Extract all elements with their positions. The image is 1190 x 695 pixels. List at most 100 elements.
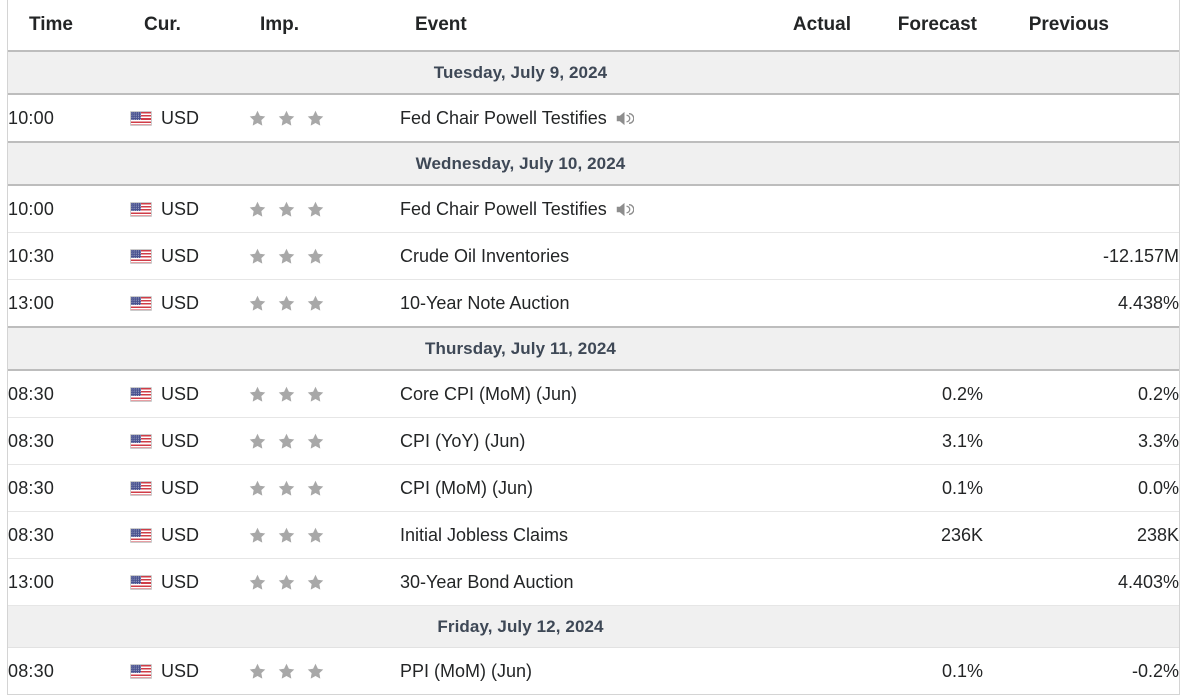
cell-forecast: 3.1% (857, 417, 983, 465)
importance-stars[interactable] (248, 432, 400, 451)
cell-event[interactable]: CPI (MoM) (Jun) (400, 464, 745, 512)
event-name[interactable]: Fed Chair Powell Testifies (400, 199, 607, 220)
star-icon (307, 480, 324, 496)
cell-importance[interactable] (248, 558, 400, 606)
table-row[interactable]: 10:00 USD Fed Chair Powell Testifies (8, 185, 1179, 233)
cell-event[interactable]: PPI (MoM) (Jun) (400, 647, 745, 695)
cell-importance[interactable] (248, 232, 400, 280)
star-icon (278, 480, 295, 496)
table-row[interactable]: 08:30 USD CPI (YoY) (Jun) 3.1% 3.3% (8, 417, 1179, 465)
event-name[interactable]: 10-Year Note Auction (400, 293, 569, 314)
cell-event[interactable]: 10-Year Note Auction (400, 279, 745, 328)
star-icon (249, 527, 266, 543)
importance-stars[interactable] (248, 573, 400, 592)
table-row[interactable]: 10:30 USD Crude Oil Inventories -12.157M (8, 232, 1179, 280)
event-group: PPI (MoM) (Jun) (400, 661, 745, 682)
table-row[interactable]: 08:30 USD PPI (MoM) (Jun) 0.1% -0.2% (8, 647, 1179, 695)
column-header-importance[interactable]: Imp. (248, 0, 400, 52)
cell-importance[interactable] (248, 279, 400, 328)
cell-importance[interactable] (248, 185, 400, 233)
cell-importance[interactable] (248, 647, 400, 695)
cell-event[interactable]: Crude Oil Inventories (400, 232, 745, 280)
cell-importance[interactable] (248, 511, 400, 559)
column-header-time[interactable]: Time (8, 0, 130, 52)
importance-stars[interactable] (248, 479, 400, 498)
cell-importance[interactable] (248, 94, 400, 143)
column-header-forecast[interactable]: Forecast (857, 0, 983, 52)
cell-event[interactable]: Initial Jobless Claims (400, 511, 745, 559)
importance-stars[interactable] (248, 109, 400, 128)
cell-actual (745, 370, 857, 418)
table-row[interactable]: 08:30 USD CPI (MoM) (Jun) 0.1% 0.0% (8, 464, 1179, 512)
event-name[interactable]: Fed Chair Powell Testifies (400, 108, 607, 129)
star-icon (278, 248, 295, 264)
header-row: Time Cur. Imp. Event Actual Forecast Pre… (8, 0, 1179, 52)
cell-actual (745, 232, 857, 280)
table-row[interactable]: 13:00 USD 30-Year Bond Auction 4.403% (8, 558, 1179, 606)
cell-previous: -0.2% (983, 647, 1179, 695)
event-name[interactable]: Core CPI (MoM) (Jun) (400, 384, 577, 405)
cell-currency: USD (130, 647, 248, 695)
currency-group: USD (130, 108, 248, 129)
importance-stars[interactable] (248, 200, 400, 219)
event-name[interactable]: PPI (MoM) (Jun) (400, 661, 532, 682)
star-icon (249, 248, 266, 264)
star-icon (278, 574, 295, 590)
cell-previous: 0.0% (983, 464, 1179, 512)
cell-actual (745, 279, 857, 328)
currency-label: USD (161, 107, 200, 128)
importance-stars[interactable] (248, 247, 400, 266)
us-flag-icon (130, 433, 152, 449)
cell-event[interactable]: Fed Chair Powell Testifies (400, 94, 745, 143)
currency-group: USD (130, 246, 248, 267)
table-row[interactable]: 08:30 USD Initial Jobless Claims 236K 238K (8, 511, 1179, 559)
table-row[interactable]: 13:00 USD 10-Year Note Auction 4.438% (8, 279, 1179, 328)
us-flag-icon (130, 201, 152, 217)
date-label: Tuesday, July 9, 2024 (433, 62, 608, 82)
cell-currency: USD (130, 511, 248, 559)
star-icon (278, 386, 295, 402)
importance-stars[interactable] (248, 385, 400, 404)
cell-event[interactable]: 30-Year Bond Auction (400, 558, 745, 606)
importance-stars[interactable] (248, 526, 400, 545)
event-group: Crude Oil Inventories (400, 246, 745, 267)
column-header-event[interactable]: Event (400, 0, 745, 52)
cell-event[interactable]: CPI (YoY) (Jun) (400, 417, 745, 465)
star-icon (249, 110, 266, 126)
cell-time: 08:30 (8, 370, 130, 418)
cell-previous: -12.157M (983, 232, 1179, 280)
table-row[interactable]: 08:30 USD Core CPI (MoM) (Jun) 0.2% 0.2% (8, 370, 1179, 418)
table-header: Time Cur. Imp. Event Actual Forecast Pre… (8, 0, 1179, 52)
cell-actual (745, 417, 857, 465)
speaker-icon[interactable] (615, 201, 634, 218)
column-header-currency[interactable]: Cur. (130, 0, 248, 52)
date-separator-row: Thursday, July 11, 2024 (8, 326, 1179, 371)
cell-forecast: 236K (857, 511, 983, 559)
cell-actual (745, 185, 857, 233)
cell-event[interactable]: Fed Chair Powell Testifies (400, 185, 745, 233)
column-header-actual[interactable]: Actual (745, 0, 857, 52)
event-name[interactable]: Crude Oil Inventories (400, 246, 569, 267)
cell-event[interactable]: Core CPI (MoM) (Jun) (400, 370, 745, 418)
table-row[interactable]: 10:00 USD Fed Chair Powell Testifies (8, 94, 1179, 143)
star-icon (249, 574, 266, 590)
currency-label: USD (161, 477, 200, 498)
currency-label: USD (161, 571, 200, 592)
speaker-icon[interactable] (615, 110, 634, 127)
cell-importance[interactable] (248, 464, 400, 512)
cell-importance[interactable] (248, 417, 400, 465)
cell-time: 13:00 (8, 279, 130, 328)
date-separator-row: Tuesday, July 9, 2024 (8, 50, 1179, 95)
column-header-previous[interactable]: Previous (983, 0, 1179, 52)
importance-stars[interactable] (248, 294, 400, 313)
cell-importance[interactable] (248, 370, 400, 418)
us-flag-icon (130, 386, 152, 402)
cell-time: 13:00 (8, 558, 130, 606)
event-name[interactable]: 30-Year Bond Auction (400, 572, 573, 593)
date-separator-row: Friday, July 12, 2024 (8, 605, 1179, 648)
event-name[interactable]: CPI (MoM) (Jun) (400, 478, 533, 499)
cell-forecast (857, 232, 983, 280)
event-name[interactable]: Initial Jobless Claims (400, 525, 568, 546)
currency-label: USD (161, 383, 200, 404)
event-name[interactable]: CPI (YoY) (Jun) (400, 431, 525, 452)
